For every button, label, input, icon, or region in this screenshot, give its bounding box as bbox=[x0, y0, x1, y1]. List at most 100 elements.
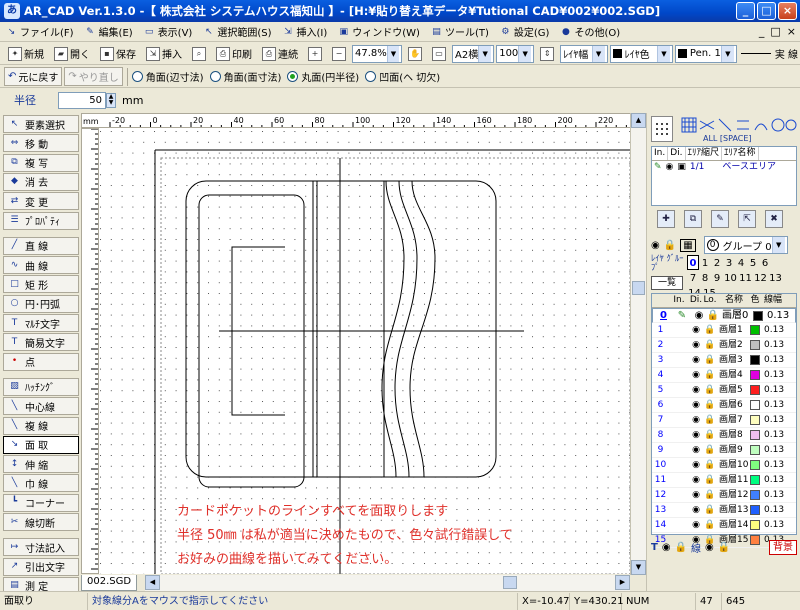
layer-row[interactable]: 1 ◉ 🔒 画層1 0.13 bbox=[652, 323, 796, 338]
app-icon[interactable]: あ bbox=[4, 3, 20, 19]
layer-group-9[interactable]: 9 bbox=[711, 271, 723, 286]
blank-icon[interactable] bbox=[669, 488, 689, 502]
layer-row[interactable]: 11 ◉ 🔒 画層11 0.13 bbox=[652, 473, 796, 488]
tool-eraser[interactable]: ◆ 消 去 bbox=[3, 172, 79, 191]
tool-dimension[interactable]: ↦ 寸法記入 bbox=[3, 538, 79, 557]
tool-properties[interactable]: ☰ ﾌﾟﾛﾊﾟﾃｨ bbox=[3, 211, 79, 230]
zoom-select[interactable]: 47.8% ▼ bbox=[352, 44, 402, 63]
layer-row[interactable]: 7 ◉ 🔒 画層7 0.13 bbox=[652, 413, 796, 428]
layer-group-13[interactable]: 13 bbox=[768, 271, 783, 286]
eye-icon[interactable]: ◉ bbox=[689, 383, 703, 397]
layer-group-2[interactable]: 2 bbox=[711, 256, 723, 271]
layer-color-swatch[interactable] bbox=[749, 353, 761, 367]
lock-icon[interactable]: 🔒 bbox=[703, 518, 717, 532]
tool-width-line[interactable]: ╲ 巾 線 bbox=[3, 474, 79, 493]
menu-settings[interactable]: ⚙ 設定(G) bbox=[494, 24, 555, 40]
layer-color-swatch[interactable] bbox=[749, 383, 761, 397]
undo-button[interactable]: ↶ 元に戻す bbox=[4, 67, 63, 86]
layer-color-swatch[interactable] bbox=[749, 323, 761, 337]
blank-icon[interactable] bbox=[669, 458, 689, 472]
blank-icon[interactable] bbox=[669, 413, 689, 427]
layer-row[interactable]: 10 ◉ 🔒 画層10 0.13 bbox=[652, 458, 796, 473]
layer-row[interactable]: 2 ◉ 🔒 画層2 0.13 bbox=[652, 338, 796, 353]
area-list[interactable]: In. Di. ｴﾘｱ縮尺 ｴﾘｱ名称 ✎ ◉ ▣ 1/1 ベースエリア bbox=[651, 146, 797, 206]
tool-point[interactable]: • 点 bbox=[3, 352, 79, 371]
tool-stretch[interactable]: ↕ 伸 縮 bbox=[3, 455, 79, 474]
eye-icon[interactable]: ◉ bbox=[692, 309, 706, 323]
layer-group-1[interactable]: 1 bbox=[699, 256, 711, 271]
area-copy-icon[interactable]: ⧉ bbox=[684, 210, 702, 228]
tool-line[interactable]: ╱ 直 線 bbox=[3, 236, 79, 255]
layer-row[interactable]: 12 ◉ 🔒 画層12 0.13 bbox=[652, 488, 796, 503]
paper-select[interactable]: A2横 ▼ bbox=[452, 44, 495, 63]
layer-group-6[interactable]: 6 bbox=[759, 256, 771, 271]
redo-button[interactable]: ↷ やり直し bbox=[64, 67, 123, 86]
tool-multitext[interactable]: T ﾏﾙﾁ文字 bbox=[3, 314, 79, 332]
continuous-print-button[interactable]: ⎙ 連続 bbox=[258, 44, 302, 63]
lock-icon[interactable]: 🔒 bbox=[703, 413, 717, 427]
blank-icon[interactable] bbox=[669, 353, 689, 367]
layer-row[interactable]: 3 ◉ 🔒 画層3 0.13 bbox=[652, 353, 796, 368]
eye-icon[interactable]: ◉ bbox=[689, 428, 703, 442]
scroll-down-icon[interactable]: ▼ bbox=[631, 560, 646, 575]
menu-insert[interactable]: ⇲ 挿入(I) bbox=[277, 24, 333, 40]
scale-select[interactable]: 100 ▼ bbox=[496, 44, 535, 63]
tab-002-sgd[interactable]: 002.SGD bbox=[81, 575, 138, 591]
hscroll-thumb[interactable] bbox=[503, 576, 517, 589]
minimize-button[interactable]: _ bbox=[736, 2, 755, 20]
menu-tools[interactable]: ▤ ツール(T) bbox=[425, 24, 494, 40]
menu-select[interactable]: ↖ 選択範囲(S) bbox=[197, 24, 276, 40]
blank-icon[interactable] bbox=[669, 383, 689, 397]
lock-icon[interactable]: 🔒 bbox=[703, 368, 717, 382]
eye-icon[interactable]: ◉ bbox=[689, 338, 703, 352]
lock-icon[interactable]: 🔒 bbox=[703, 488, 717, 502]
eye-icon[interactable]: ◉ bbox=[689, 398, 703, 412]
layer-row[interactable]: 9 ◉ 🔒 画層9 0.13 bbox=[652, 443, 796, 458]
lock-icon[interactable]: 🔒 bbox=[706, 309, 720, 323]
zoom-out-button[interactable]: − bbox=[328, 44, 350, 63]
line-toggle[interactable]: 線 bbox=[691, 540, 701, 555]
maximize-button[interactable]: □ bbox=[757, 2, 776, 20]
layer-group-3[interactable]: 3 bbox=[723, 256, 735, 271]
lock-icon[interactable]: 🔒 bbox=[703, 338, 717, 352]
layer-group-12[interactable]: 12 bbox=[753, 271, 768, 286]
blank-icon[interactable] bbox=[669, 518, 689, 532]
line-type-select[interactable]: 実 線 bbox=[739, 45, 800, 63]
menu-other[interactable]: ● その他(O) bbox=[554, 24, 625, 40]
chamfer-option-round[interactable]: 丸面(円半径) bbox=[287, 69, 359, 84]
layer-row[interactable]: 6 ◉ 🔒 画層6 0.13 bbox=[652, 398, 796, 413]
layer-group-11[interactable]: 11 bbox=[738, 271, 753, 286]
layer-color-select[interactable]: ﾚｲﾔ色 ▼ bbox=[609, 44, 673, 63]
layer-row[interactable]: 5 ◉ 🔒 画層5 0.13 bbox=[652, 383, 796, 398]
layer-color-swatch[interactable] bbox=[749, 473, 761, 487]
tool-copy[interactable]: ⧉ 複 写 bbox=[3, 153, 79, 172]
blank-icon[interactable] bbox=[669, 503, 689, 517]
zoom-in-button[interactable]: + bbox=[304, 44, 326, 63]
eye-icon[interactable]: ◉ bbox=[689, 443, 703, 457]
blank-icon[interactable] bbox=[669, 338, 689, 352]
eye-icon[interactable]: ◉ bbox=[689, 488, 703, 502]
drawing-canvas[interactable]: カードポケットのラインすべてを面取りします 半径 50㎜ は私が適当に決めたもの… bbox=[99, 128, 630, 574]
horizontal-scrollbar[interactable]: ◀ ▶ bbox=[145, 575, 630, 591]
lock-icon[interactable]: 🔒 bbox=[703, 443, 717, 457]
lock-icon[interactable]: 🔒 bbox=[703, 503, 717, 517]
scroll-up-icon[interactable]: ▲ bbox=[631, 113, 646, 128]
insert-button[interactable]: ⇲ 挿入 bbox=[142, 44, 186, 63]
eye-icon[interactable]: ◉ bbox=[689, 473, 703, 487]
blank-icon[interactable] bbox=[669, 473, 689, 487]
mdi-minimize-button[interactable]: _ bbox=[759, 25, 765, 38]
eye-icon[interactable]: ◉ bbox=[689, 518, 703, 532]
mdi-restore-button[interactable]: □ bbox=[770, 25, 780, 38]
scale-spin-button[interactable]: ⇕ bbox=[536, 44, 558, 63]
tool-chamfer[interactable]: ↘ 面 取 bbox=[3, 435, 79, 454]
tool-cut[interactable]: ✂ 線切断 bbox=[3, 513, 79, 531]
menu-window[interactable]: ▣ ウィンドウ(W) bbox=[332, 24, 425, 40]
area-edit-icon[interactable]: ✎ bbox=[711, 210, 729, 228]
new-button[interactable]: ✦ 新規 bbox=[4, 44, 48, 63]
menu-file[interactable]: ↘ ファイル(F) bbox=[0, 24, 79, 40]
eye-icon[interactable]: ◉ bbox=[705, 542, 714, 553]
open-button[interactable]: ▰ 開く bbox=[50, 44, 94, 63]
layer-group-10[interactable]: 10 bbox=[723, 271, 738, 286]
layer-color-swatch[interactable] bbox=[749, 488, 761, 502]
pen-select[interactable]: Pen. 1 ▼ bbox=[674, 44, 737, 63]
